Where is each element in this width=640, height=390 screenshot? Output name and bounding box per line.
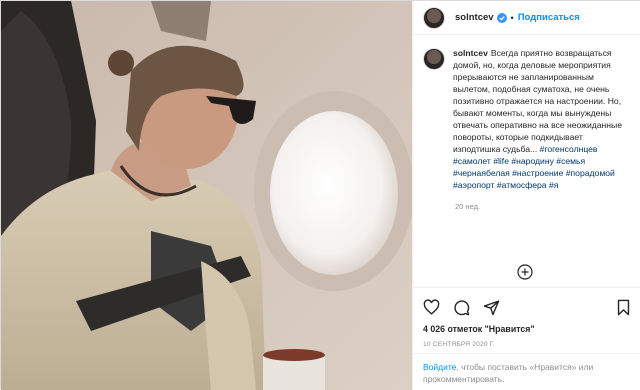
caption-username[interactable]: solntcev: [453, 48, 488, 58]
hashtag[interactable]: #народину: [511, 156, 554, 166]
caption-text: solntcev Всегда приятно возвращаться домо…: [453, 47, 623, 191]
author-avatar[interactable]: [423, 6, 445, 29]
photo-illustration: [1, 1, 412, 390]
caption-body: Всегда приятно возвращаться домой, но, к…: [453, 48, 622, 154]
comment-icon[interactable]: [453, 299, 470, 316]
hashtag[interactable]: #настроение: [512, 168, 563, 178]
comments-area: solntcev Всегда приятно возвращаться домо…: [413, 35, 640, 287]
hashtag[interactable]: #чернаябелая: [453, 168, 510, 178]
caption-age[interactable]: 20 нед.: [455, 202, 634, 211]
post-side-panel: solntcev • Подписаться solntcev Всегда пр…: [412, 1, 640, 390]
hashtag[interactable]: #гогенсолнцев: [540, 144, 598, 154]
hashtag[interactable]: #я: [549, 180, 558, 190]
hashtag[interactable]: #аэропорт: [453, 180, 494, 190]
hashtag[interactable]: #самолет: [453, 156, 491, 166]
post-actions: 4 026 отметок "Нравится" 10 СЕНТЯБРЯ 202…: [413, 287, 640, 348]
hashtag[interactable]: #life: [493, 156, 509, 166]
action-icons: [423, 296, 632, 318]
verified-badge-icon: [496, 12, 507, 23]
hashtag[interactable]: #порадомой: [566, 168, 615, 178]
bookmark-icon[interactable]: [615, 299, 632, 316]
caption-row: solntcev Всегда приятно возвращаться домо…: [423, 47, 634, 191]
follow-button[interactable]: Подписаться: [518, 12, 580, 23]
post-header: solntcev • Подписаться: [413, 1, 640, 35]
share-icon[interactable]: [483, 299, 500, 316]
instagram-post: solntcev • Подписаться solntcev Всегда пр…: [0, 0, 640, 390]
login-link[interactable]: Войдите: [423, 362, 456, 372]
author-username[interactable]: solntcev: [455, 12, 494, 23]
heart-icon[interactable]: [423, 298, 440, 316]
hashtag[interactable]: #семья: [556, 156, 585, 166]
plus-circle-icon[interactable]: [517, 264, 533, 280]
post-date[interactable]: 10 СЕНТЯБРЯ 2020 Г.: [423, 341, 632, 348]
likes-count[interactable]: 4 026 отметок "Нравится": [423, 324, 632, 334]
hashtag[interactable]: #атмосфера: [497, 180, 547, 190]
login-prompt: Войдите, чтобы поставить «Нравится» или …: [413, 353, 640, 390]
caption-avatar[interactable]: [423, 48, 445, 70]
post-photo[interactable]: [1, 1, 412, 390]
header-separator: •: [510, 12, 514, 23]
